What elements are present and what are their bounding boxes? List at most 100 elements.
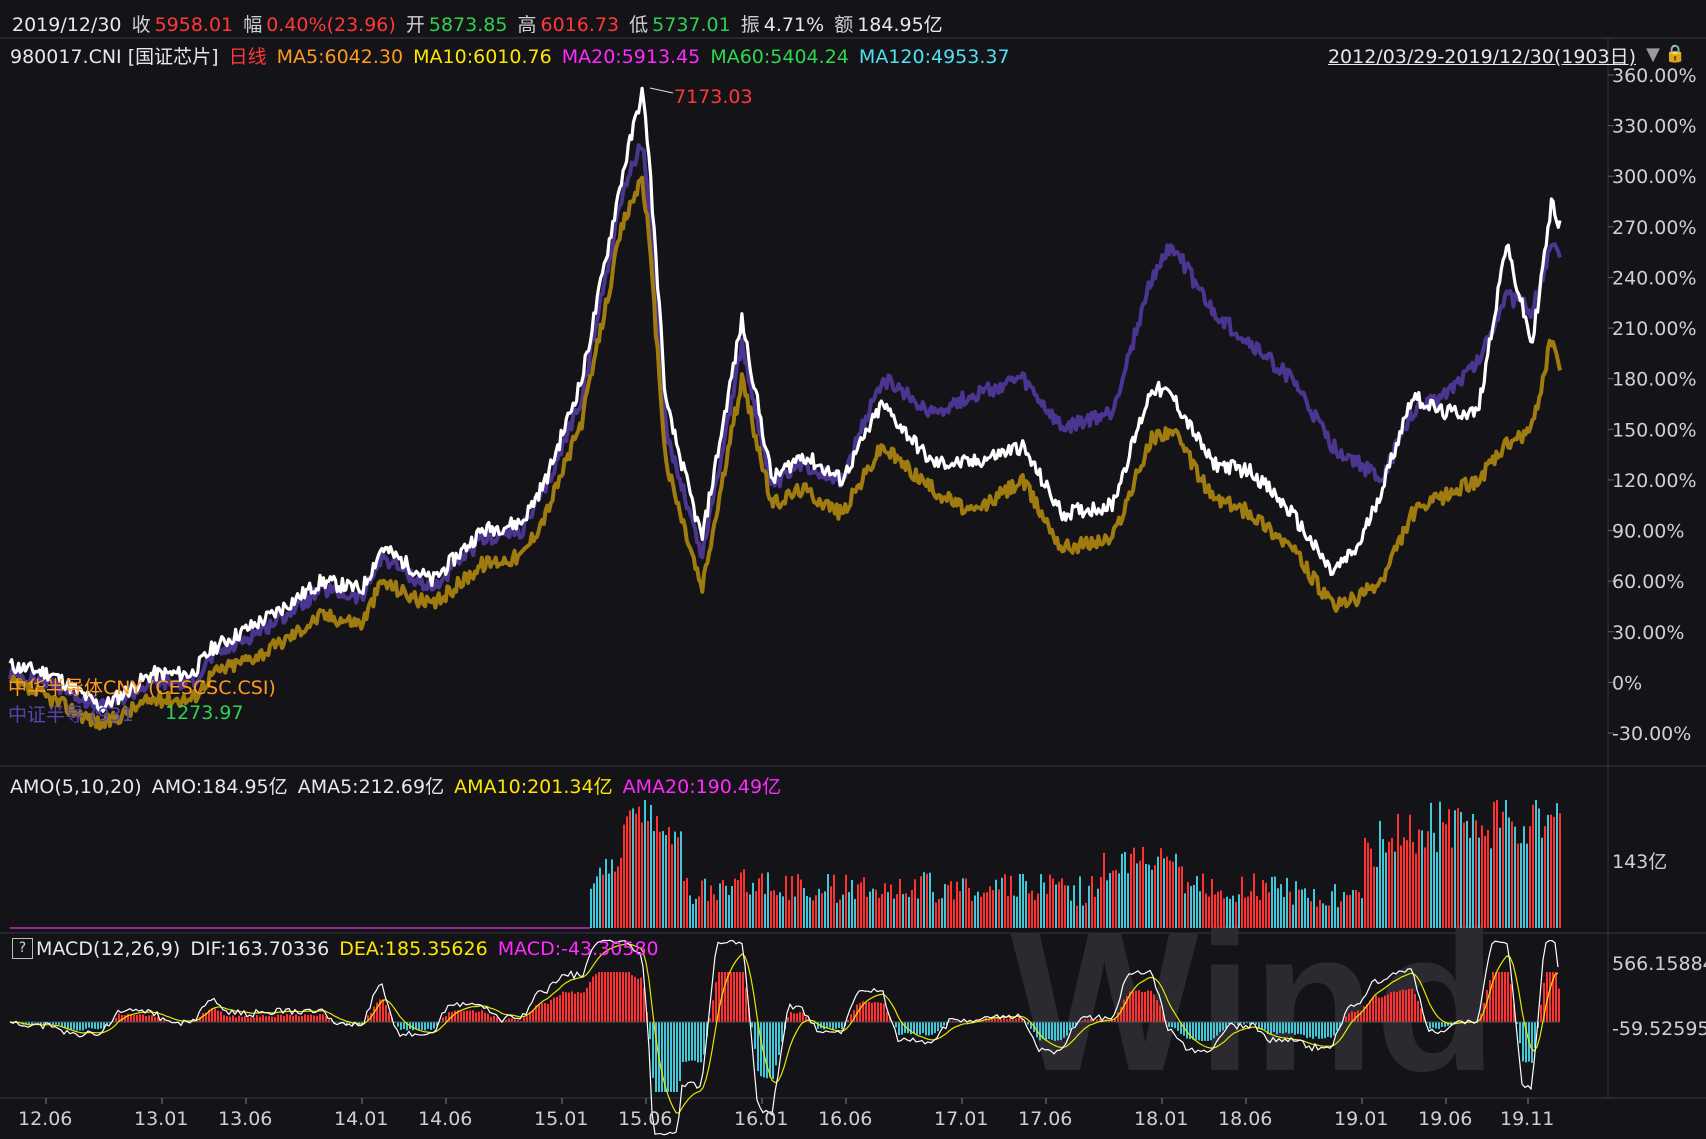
macd-bar <box>424 1022 426 1031</box>
amo-bar <box>710 885 712 928</box>
macd-bar <box>1069 1022 1071 1031</box>
amo-bar <box>1196 876 1198 928</box>
macd-bar <box>937 1022 939 1032</box>
macd-bar <box>940 1022 942 1028</box>
amo-bar <box>593 883 595 928</box>
security-code[interactable]: 980017.CNI [国证芯片] <box>10 46 219 68</box>
macd-bar <box>1333 1022 1335 1036</box>
amo-bar <box>1220 890 1222 928</box>
amo-bar <box>1271 876 1273 928</box>
macd-bar <box>1177 1022 1179 1031</box>
macd-bar <box>88 1022 90 1028</box>
macd-bar <box>484 1012 486 1022</box>
amo-bar <box>1328 905 1330 928</box>
amo-bar <box>845 874 847 928</box>
amo-bar <box>860 882 862 928</box>
macd-bar <box>220 1011 222 1022</box>
amo-bar <box>1079 876 1081 928</box>
amo-bar <box>839 899 841 928</box>
date-range[interactable]: 2012/03/29-2019/12/30(1903日) <box>1328 42 1636 69</box>
amo-bar <box>629 810 631 928</box>
macd-bar <box>1321 1022 1323 1039</box>
macd-bar <box>91 1022 93 1029</box>
macd-bar <box>1195 1022 1197 1040</box>
amo-bar <box>1559 813 1561 928</box>
amo-bar <box>1100 876 1102 928</box>
amo-bar <box>1364 837 1366 928</box>
macd-bar <box>1168 1022 1170 1027</box>
amo-bar <box>1394 851 1396 928</box>
amo-bar <box>1247 896 1249 928</box>
macd-bar <box>430 1022 432 1030</box>
amo-bar <box>1286 877 1288 928</box>
macd-bar <box>589 981 591 1022</box>
lock-icon[interactable]: 🔒 <box>1665 44 1686 64</box>
amo-bar <box>1430 802 1432 928</box>
amo-bar <box>1118 873 1120 928</box>
amo-bar <box>1409 814 1411 928</box>
amo-bar <box>1187 882 1189 928</box>
amo-bar <box>833 874 835 928</box>
amo-bar <box>1130 853 1132 928</box>
amo-bar <box>1502 811 1504 928</box>
amo-bar <box>1454 810 1456 928</box>
amo-bar <box>722 879 724 928</box>
macd-bar <box>70 1022 72 1030</box>
amo-bar <box>872 888 874 928</box>
amo-bar <box>977 891 979 928</box>
amo-bar <box>1379 820 1381 928</box>
amo-bar <box>1145 863 1147 928</box>
macd-bar <box>607 972 609 1022</box>
amo-bar <box>773 890 775 928</box>
macd-bar <box>730 972 732 1022</box>
macd-bar <box>544 1003 546 1022</box>
amo-bar <box>758 878 760 928</box>
macd-bar <box>1273 1022 1275 1032</box>
amo-bar <box>1040 874 1042 928</box>
macd-bar <box>1285 1022 1287 1033</box>
macd-bar <box>1387 994 1389 1022</box>
period-label[interactable]: 日线 <box>229 46 267 68</box>
price-series <box>8 86 1562 731</box>
x-tick-label: 13.01 <box>134 1108 188 1130</box>
macd-bar <box>397 1022 399 1027</box>
macd-bar <box>1327 1022 1329 1037</box>
amo-bar <box>1103 852 1105 928</box>
amo-bar <box>1535 800 1537 928</box>
macd-bar <box>268 1016 270 1022</box>
amo-bar <box>1343 891 1345 928</box>
amo-bar <box>1058 881 1060 928</box>
amo-bar <box>1034 899 1036 928</box>
compare-label-2-value: 1273.97 <box>165 702 244 724</box>
macd-bar <box>67 1022 69 1029</box>
dropdown-triangle-icon[interactable]: ▼ <box>1646 44 1660 65</box>
macd-bar <box>301 1015 303 1022</box>
ma120-value: MA120:4953.37 <box>858 46 1010 68</box>
macd-bar <box>751 1022 753 1028</box>
macd-bar <box>604 972 606 1022</box>
amo-bar <box>1031 890 1033 928</box>
amo-bar <box>836 902 838 928</box>
macd-bar <box>1393 991 1395 1022</box>
amo-bars <box>10 800 1561 929</box>
amo-bar <box>1412 841 1414 928</box>
macd-bar <box>613 972 615 1022</box>
amo-bar <box>1265 882 1267 928</box>
x-tick-label: 18.01 <box>1134 1108 1188 1130</box>
macd-bar <box>640 977 642 1022</box>
amo-bar <box>1019 873 1021 928</box>
amo-bar <box>995 879 997 928</box>
macd-bar <box>679 1022 681 1082</box>
amo-bar <box>863 877 865 928</box>
macd-bar <box>1411 988 1413 1022</box>
ama10-value: AMA10:201.34亿 <box>454 776 613 798</box>
amo-bar <box>599 867 601 928</box>
amo-bar <box>1241 876 1243 928</box>
help-icon[interactable]: ? <box>12 938 33 959</box>
macd-bar <box>151 1015 153 1022</box>
macd-bar <box>769 1022 771 1078</box>
macd-bar <box>934 1022 936 1034</box>
macd-bar <box>619 972 621 1022</box>
macd-bar <box>319 1014 321 1022</box>
macd-bar <box>223 1015 225 1022</box>
